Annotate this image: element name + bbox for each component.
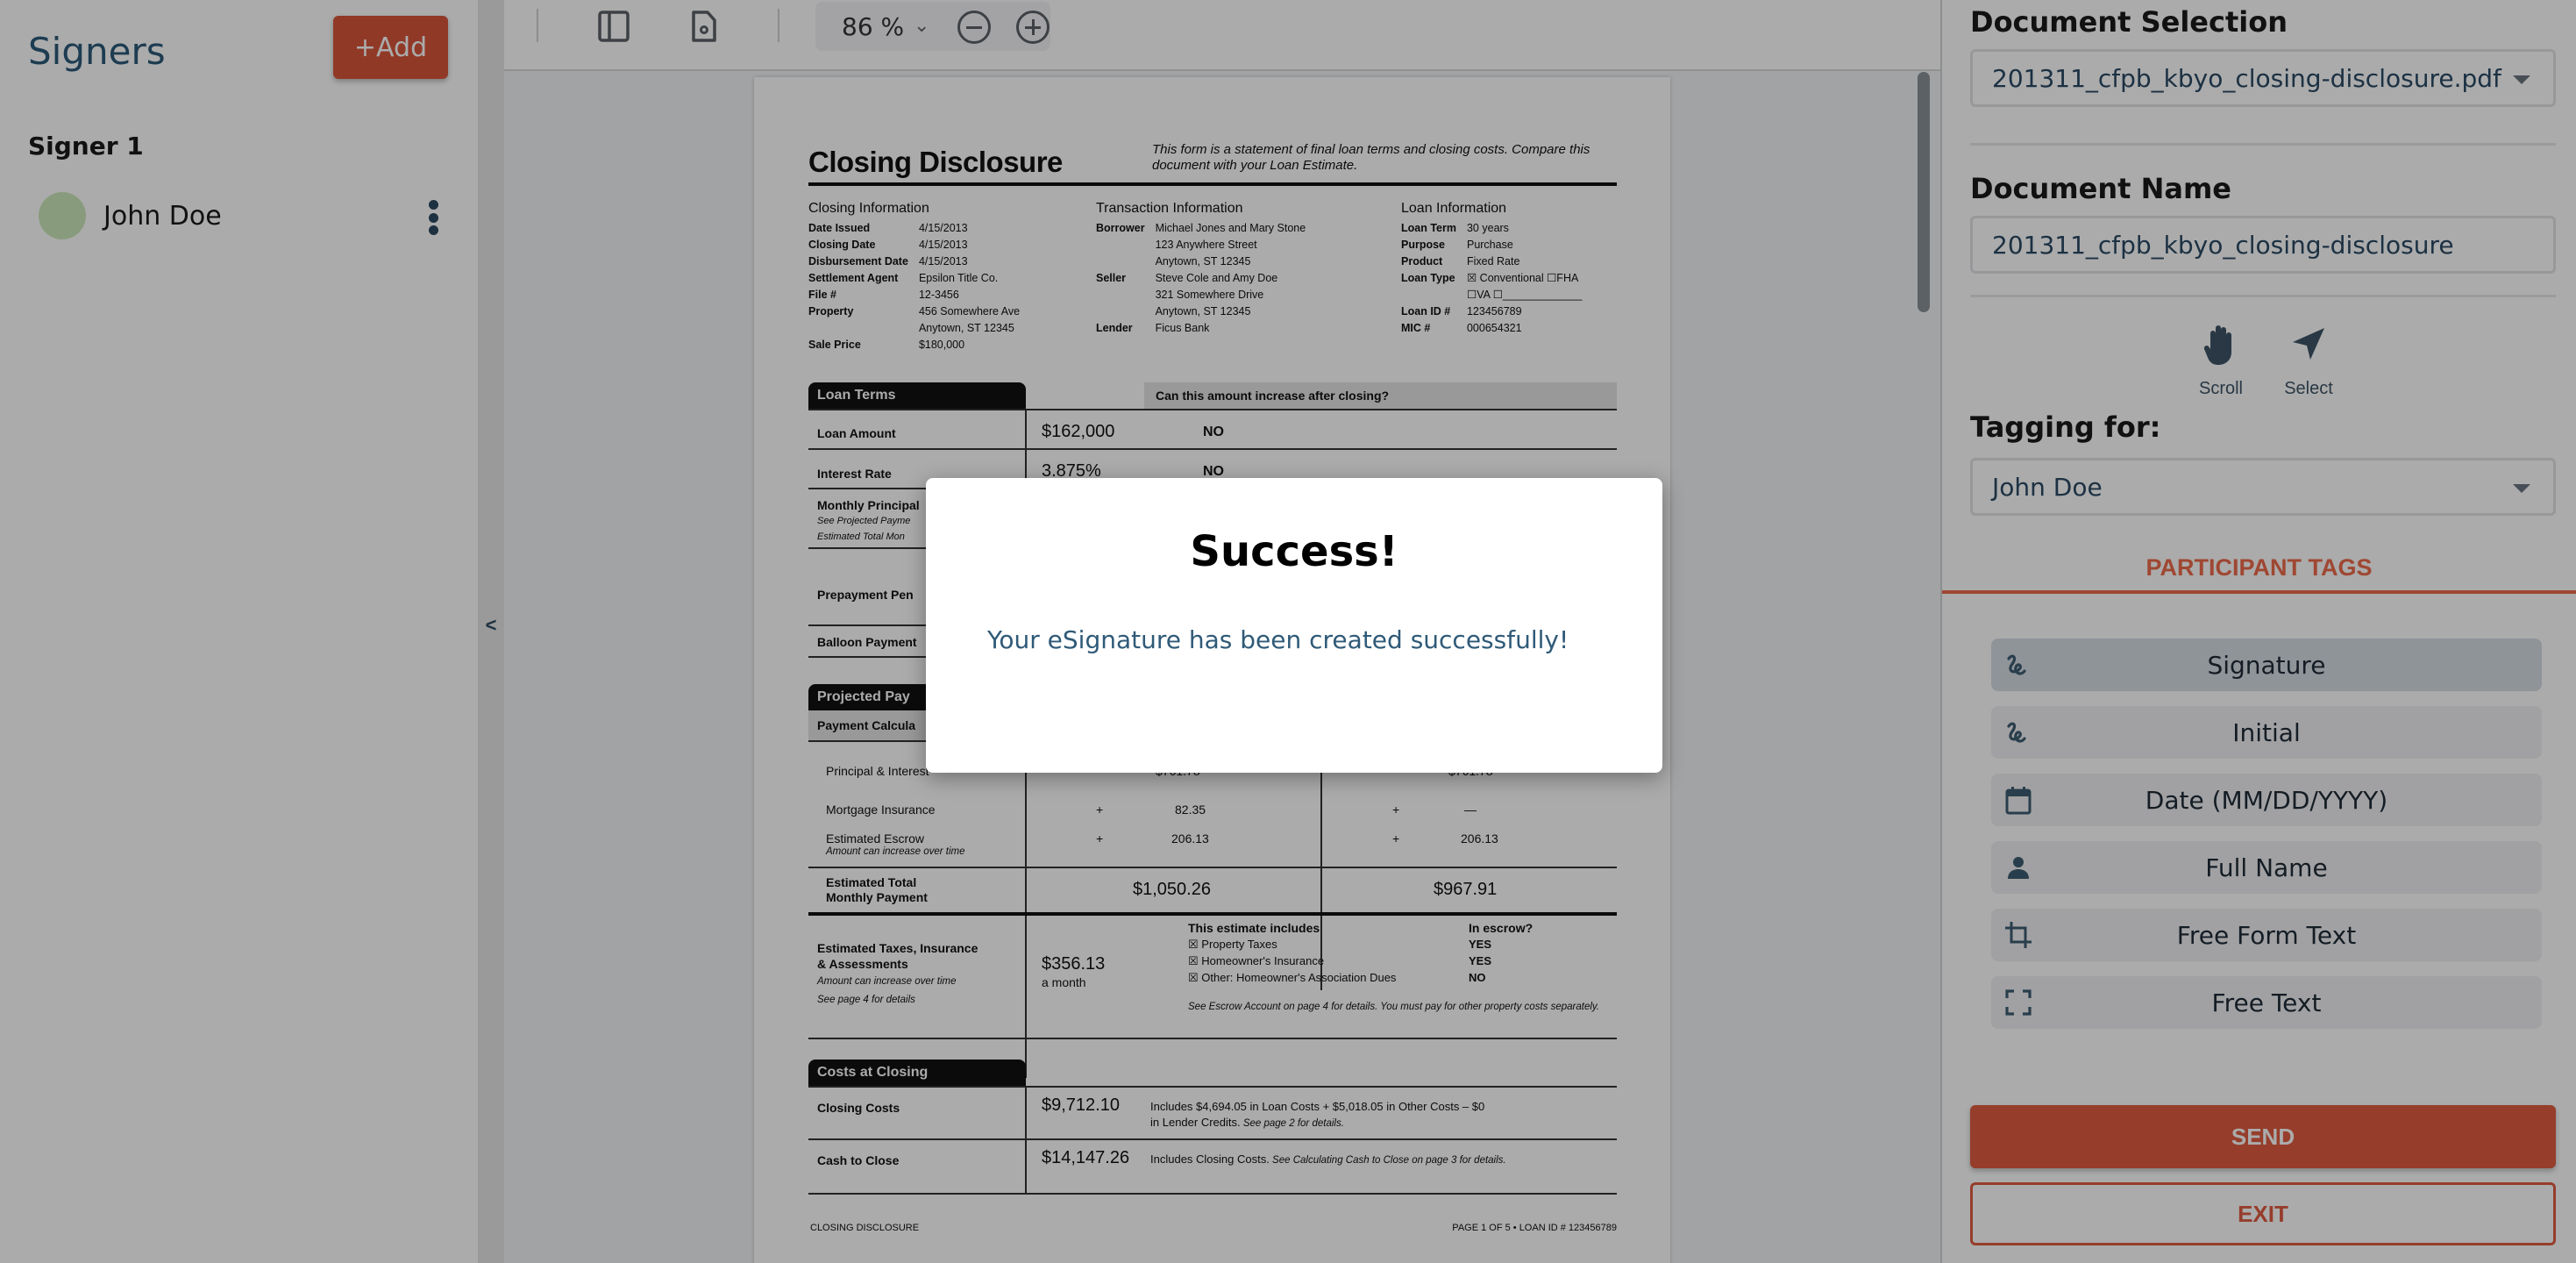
dialog-title: Success! xyxy=(1190,527,1398,576)
dialog-message: Your eSignature has been created success… xyxy=(987,625,1569,654)
success-dialog: Success! Your eSignature has been create… xyxy=(926,478,1662,773)
